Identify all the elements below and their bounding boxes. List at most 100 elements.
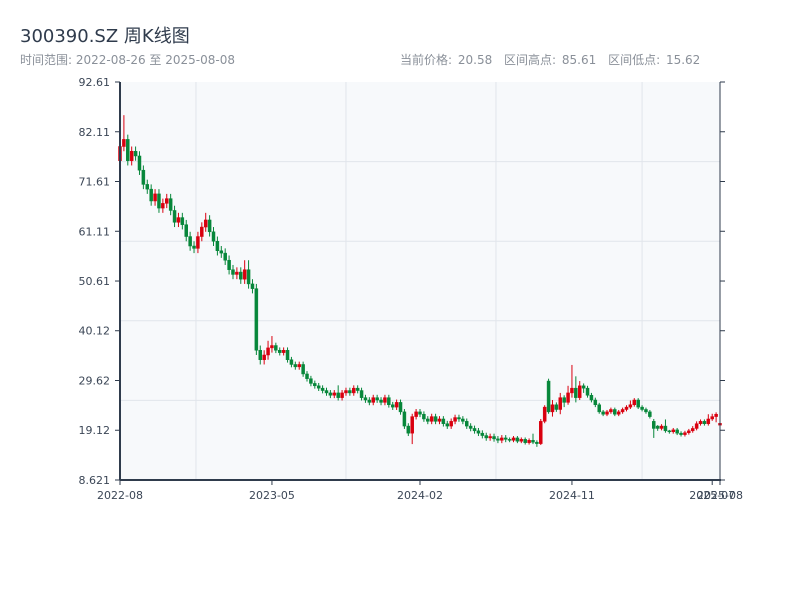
candle-body bbox=[445, 423, 450, 427]
candle-body bbox=[566, 392, 570, 403]
candle-body bbox=[165, 198, 169, 204]
candle-body bbox=[336, 392, 340, 398]
candle-body bbox=[270, 345, 274, 349]
candle-body bbox=[640, 406, 644, 410]
candle-body bbox=[515, 437, 520, 442]
candle-body bbox=[632, 399, 637, 406]
candle-body bbox=[246, 269, 251, 285]
candle-body bbox=[581, 385, 586, 389]
candle-body bbox=[488, 436, 492, 439]
candle-body bbox=[200, 226, 204, 237]
candle-body bbox=[519, 439, 524, 442]
candle-body bbox=[671, 429, 675, 433]
candle-body bbox=[683, 432, 687, 435]
candle-body bbox=[141, 169, 146, 185]
candle-body bbox=[468, 425, 473, 429]
candle-body bbox=[539, 421, 543, 444]
candle-body bbox=[714, 413, 718, 417]
candle-body bbox=[570, 387, 574, 394]
y-tick-label: 19.12 bbox=[79, 424, 111, 437]
candle-body bbox=[535, 441, 539, 444]
candle-body bbox=[367, 399, 372, 403]
candle-body bbox=[324, 390, 329, 394]
candle-body bbox=[348, 390, 352, 394]
candle-body bbox=[313, 383, 317, 387]
candle-body bbox=[663, 425, 668, 432]
candle-body bbox=[558, 397, 563, 410]
candle-body bbox=[546, 380, 551, 413]
y-tick-label: 71.61 bbox=[79, 176, 111, 189]
candle-body bbox=[340, 392, 344, 398]
candle-body bbox=[402, 411, 407, 427]
candle-body bbox=[449, 421, 453, 427]
candle-body bbox=[589, 395, 594, 401]
candle-body bbox=[281, 350, 286, 353]
candle-body bbox=[527, 440, 531, 443]
candle-body bbox=[227, 259, 231, 270]
candle-body bbox=[453, 417, 457, 422]
candle-body bbox=[320, 387, 325, 391]
candle-body bbox=[414, 411, 418, 417]
candle-body bbox=[441, 418, 446, 424]
candle-body bbox=[702, 421, 707, 424]
candle-body bbox=[465, 421, 469, 427]
candle-body bbox=[133, 150, 138, 157]
candle-body bbox=[344, 390, 348, 394]
candle bbox=[126, 134, 130, 166]
candle-body bbox=[476, 430, 481, 434]
candle-body bbox=[500, 437, 504, 441]
candle-body bbox=[418, 411, 422, 415]
candle-body bbox=[352, 387, 356, 394]
candle-body bbox=[429, 416, 434, 422]
x-tick-label: 2023-05 bbox=[249, 489, 295, 502]
candle-body bbox=[628, 404, 633, 408]
candle bbox=[254, 283, 259, 355]
y-tick-label: 61.11 bbox=[79, 225, 111, 238]
y-tick-label: 50.61 bbox=[79, 275, 111, 288]
candle bbox=[546, 378, 551, 414]
x-tick-label: 2025-08 bbox=[697, 489, 743, 502]
candle-body bbox=[679, 432, 683, 435]
candle-body bbox=[492, 436, 496, 440]
candle-body bbox=[172, 210, 177, 223]
candle-body bbox=[289, 359, 294, 365]
candle-body bbox=[207, 219, 212, 233]
y-tick-label: 40.12 bbox=[79, 325, 111, 338]
candle-body bbox=[371, 397, 375, 403]
candle-body bbox=[601, 411, 605, 415]
candle-body bbox=[574, 387, 578, 398]
candle-body bbox=[503, 437, 508, 440]
candle-body bbox=[387, 397, 391, 406]
candle-body bbox=[620, 409, 625, 413]
candle-body bbox=[359, 390, 364, 398]
candle-body bbox=[480, 432, 485, 436]
candle-body bbox=[472, 428, 477, 432]
candle-body bbox=[188, 236, 192, 247]
candle-body bbox=[184, 224, 188, 237]
candle-body bbox=[636, 399, 640, 408]
candle bbox=[402, 409, 407, 429]
candle-body bbox=[250, 283, 255, 289]
candle-body bbox=[242, 269, 247, 280]
candle-body bbox=[145, 184, 150, 190]
y-tick-label: 8.621 bbox=[79, 474, 111, 487]
candle-body bbox=[437, 418, 442, 422]
candle-body bbox=[687, 430, 691, 433]
candle-body bbox=[667, 430, 672, 433]
candle-body bbox=[390, 404, 395, 408]
candle-body bbox=[363, 397, 368, 401]
candle-body bbox=[457, 417, 461, 420]
x-tick-label: 2022-08 bbox=[97, 489, 143, 502]
y-tick-label: 29.62 bbox=[79, 374, 111, 387]
candle-body bbox=[203, 219, 208, 228]
candle-body bbox=[422, 413, 426, 420]
candle-body bbox=[531, 440, 535, 443]
candle-body bbox=[706, 418, 711, 424]
candlestick-chart: 92.61 82.11 71.61 61.11 50.61 40.12 29.62 19.12… bbox=[79, 76, 743, 502]
candle-body bbox=[690, 428, 695, 432]
candle-body bbox=[597, 404, 601, 413]
candle-body bbox=[219, 250, 224, 254]
candle-body bbox=[624, 406, 629, 410]
candle-body bbox=[507, 439, 512, 441]
candle-body bbox=[223, 252, 227, 261]
